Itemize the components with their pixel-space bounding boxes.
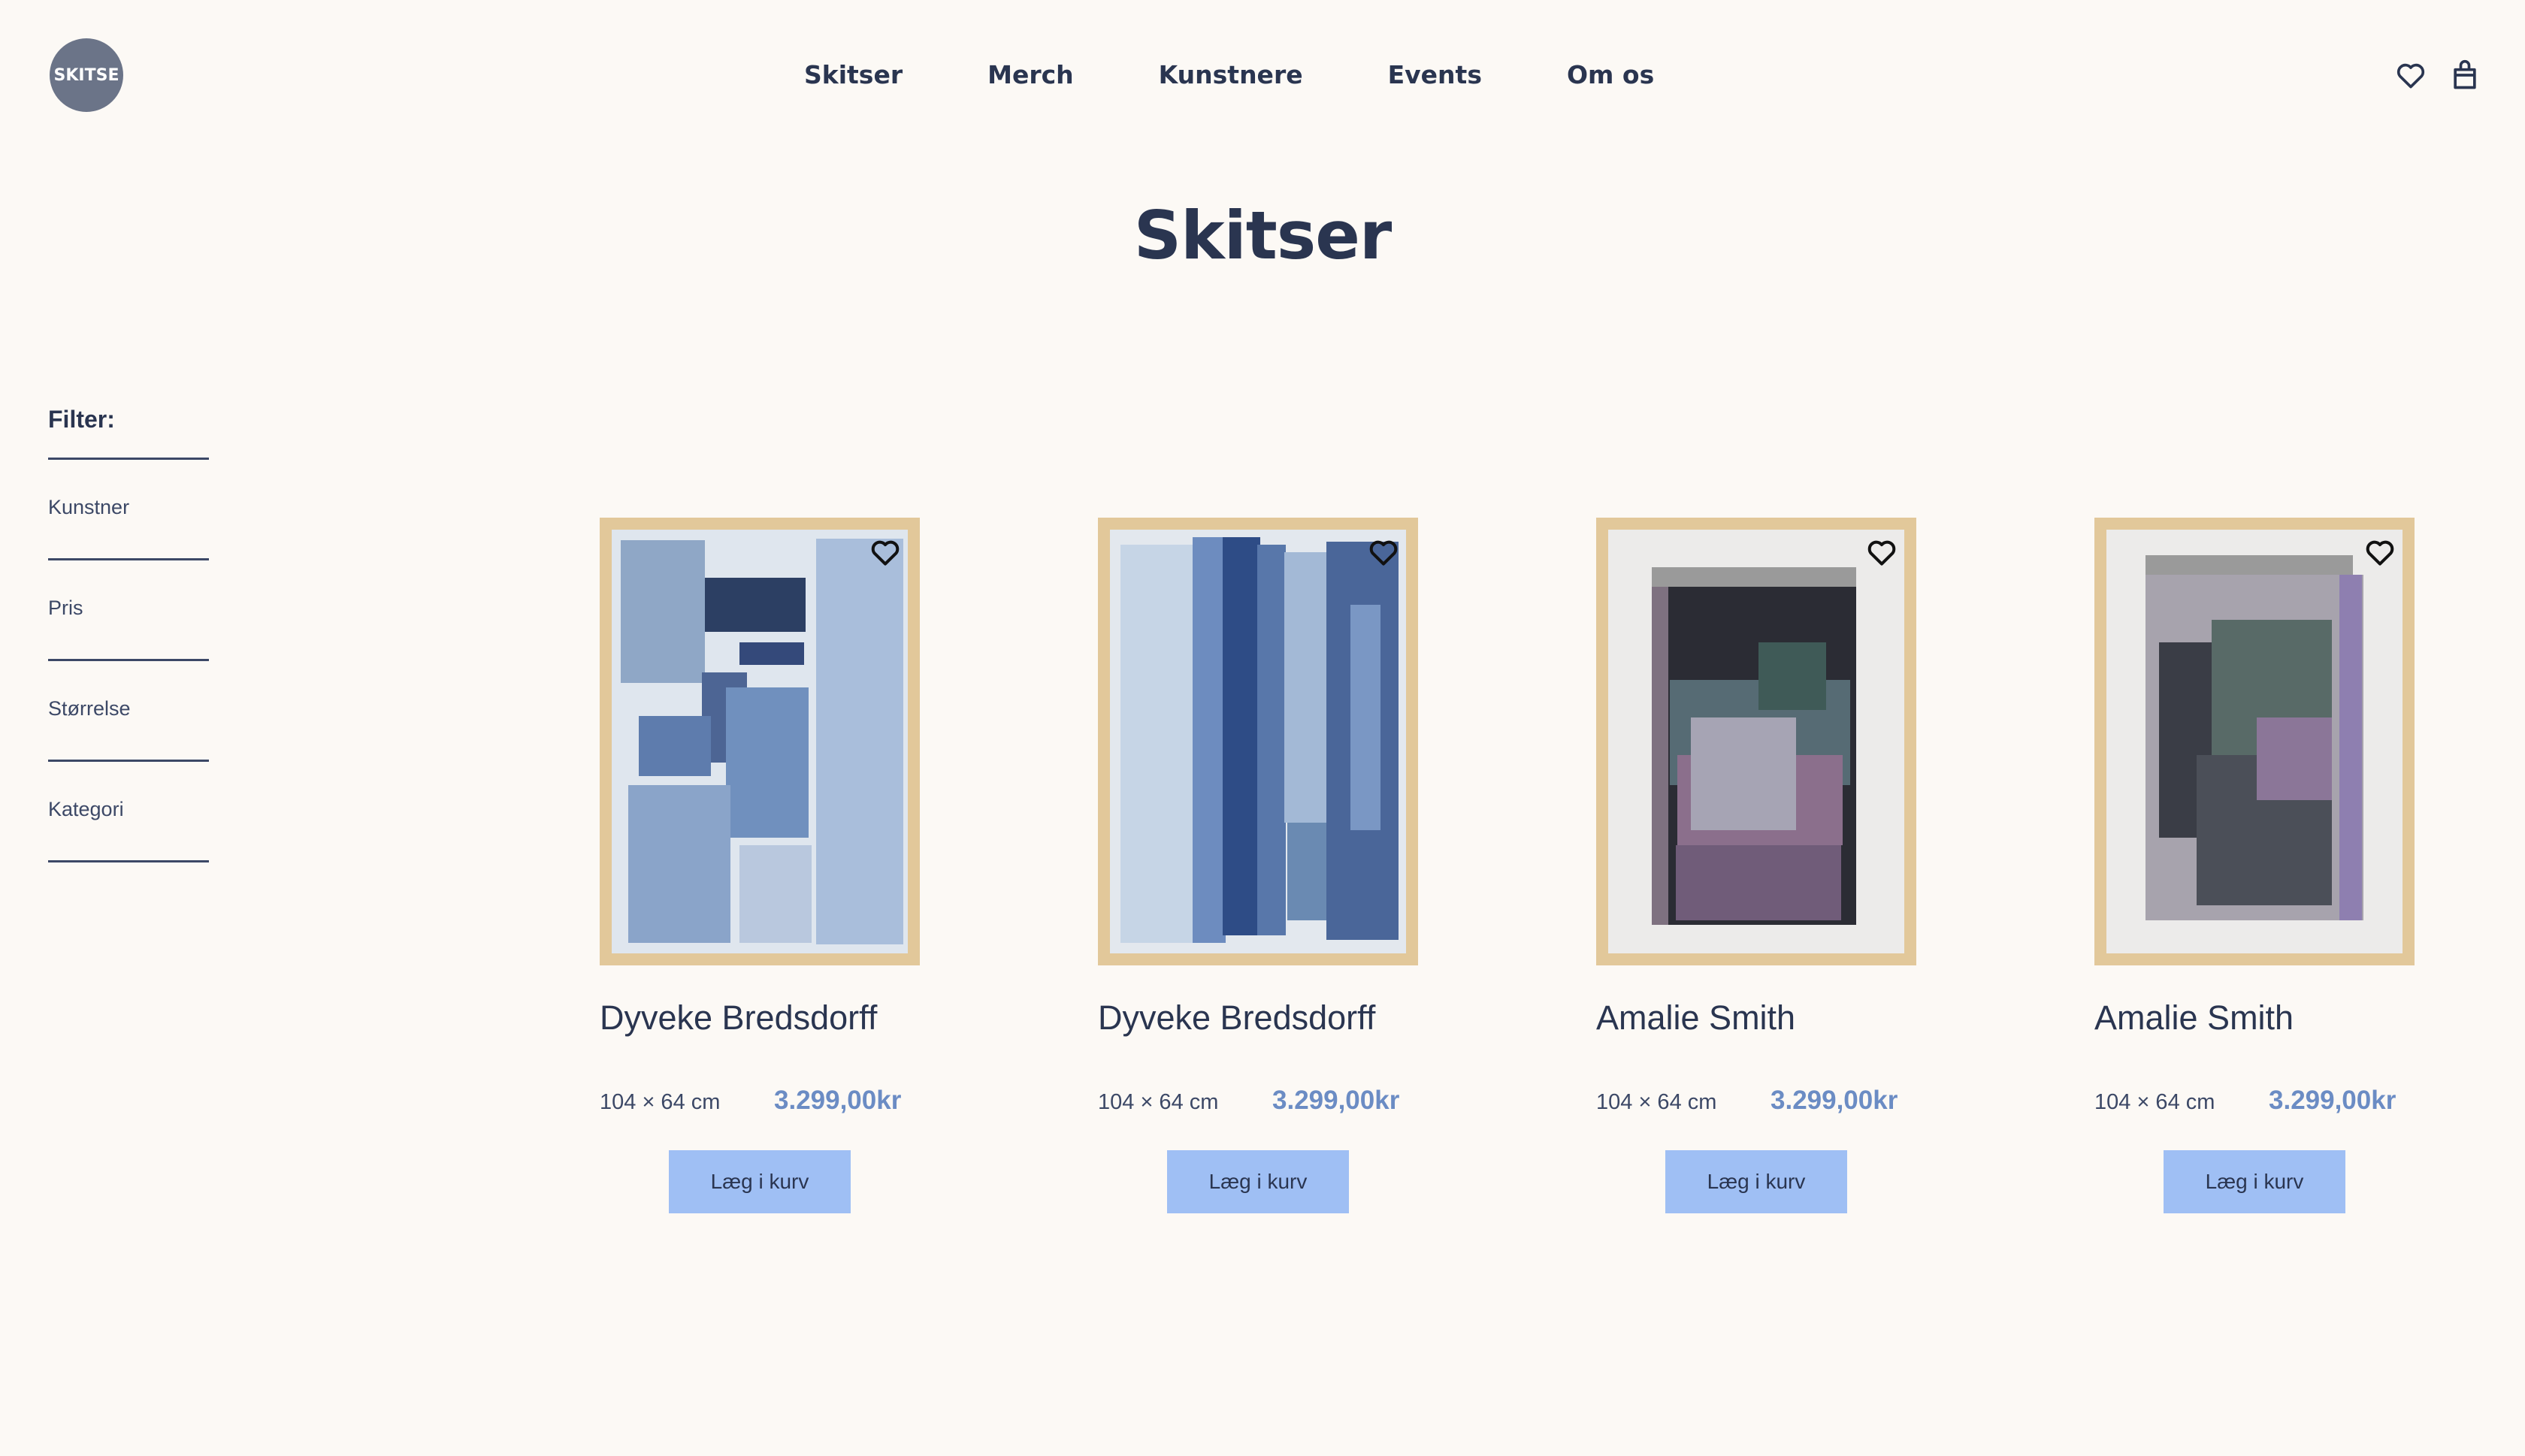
product-artist[interactable]: Amalie Smith: [2094, 998, 2415, 1038]
product-artist[interactable]: Amalie Smith: [1596, 998, 1916, 1038]
product-card: Dyveke Bredsdorff 104 × 64 cm 3.299,00kr…: [1098, 518, 1418, 1213]
nav-om-os[interactable]: Om os: [1567, 60, 1654, 89]
add-to-cart-button[interactable]: Læg i kurv: [2164, 1150, 2345, 1213]
nav-kunstnere[interactable]: Kunstnere: [1159, 60, 1303, 89]
logo[interactable]: SKITSE: [50, 38, 123, 112]
logo-text: SKITSE: [53, 65, 119, 85]
filter-stoerrelse[interactable]: Størrelse: [48, 661, 209, 762]
artwork-image[interactable]: [1098, 518, 1418, 965]
product-price: 3.299,00kr: [1771, 1086, 1898, 1115]
shopping-bag-icon[interactable]: [2448, 59, 2481, 92]
product-card: Amalie Smith 104 × 64 cm 3.299,00kr Læg …: [2094, 518, 2415, 1213]
add-to-cart-button[interactable]: Læg i kurv: [1665, 1150, 1847, 1213]
favorite-heart-icon[interactable]: [869, 536, 902, 569]
favorite-heart-icon[interactable]: [1865, 536, 1898, 569]
heart-icon[interactable]: [2394, 59, 2427, 92]
main-nav: Skitser Merch Kunstnere Events Om os: [804, 60, 1654, 89]
filter-pris[interactable]: Pris: [48, 560, 209, 661]
product-size: 104 × 64 cm: [1596, 1090, 1717, 1114]
filter-heading: Filter:: [48, 406, 209, 460]
artwork-image[interactable]: [600, 518, 920, 965]
header-icons: [2394, 59, 2481, 92]
artwork-image[interactable]: [1596, 518, 1916, 965]
favorite-heart-icon[interactable]: [1367, 536, 1400, 569]
product-price: 3.299,00kr: [774, 1086, 902, 1115]
product-card: Dyveke Bredsdorff 104 × 64 cm 3.299,00kr…: [600, 518, 920, 1213]
page-title: Skitser: [1133, 197, 1393, 274]
filter-sidebar: Filter: Kunstner Pris Størrelse Kategori: [48, 406, 209, 862]
product-artist[interactable]: Dyveke Bredsdorff: [600, 998, 920, 1038]
nav-skitser[interactable]: Skitser: [804, 60, 903, 89]
product-size: 104 × 64 cm: [600, 1090, 721, 1114]
filter-kategori[interactable]: Kategori: [48, 762, 209, 862]
artwork-image[interactable]: [2094, 518, 2415, 965]
product-card: Amalie Smith 104 × 64 cm 3.299,00kr Læg …: [1596, 518, 1916, 1213]
product-artist[interactable]: Dyveke Bredsdorff: [1098, 998, 1418, 1038]
product-size: 104 × 64 cm: [1098, 1090, 1219, 1114]
add-to-cart-button[interactable]: Læg i kurv: [669, 1150, 851, 1213]
add-to-cart-button[interactable]: Læg i kurv: [1167, 1150, 1349, 1213]
nav-merch[interactable]: Merch: [987, 60, 1074, 89]
product-price: 3.299,00kr: [2269, 1086, 2396, 1115]
product-price: 3.299,00kr: [1272, 1086, 1400, 1115]
favorite-heart-icon[interactable]: [2363, 536, 2396, 569]
product-size: 104 × 64 cm: [2094, 1090, 2215, 1114]
nav-events[interactable]: Events: [1388, 60, 1482, 89]
filter-kunstner[interactable]: Kunstner: [48, 460, 209, 560]
